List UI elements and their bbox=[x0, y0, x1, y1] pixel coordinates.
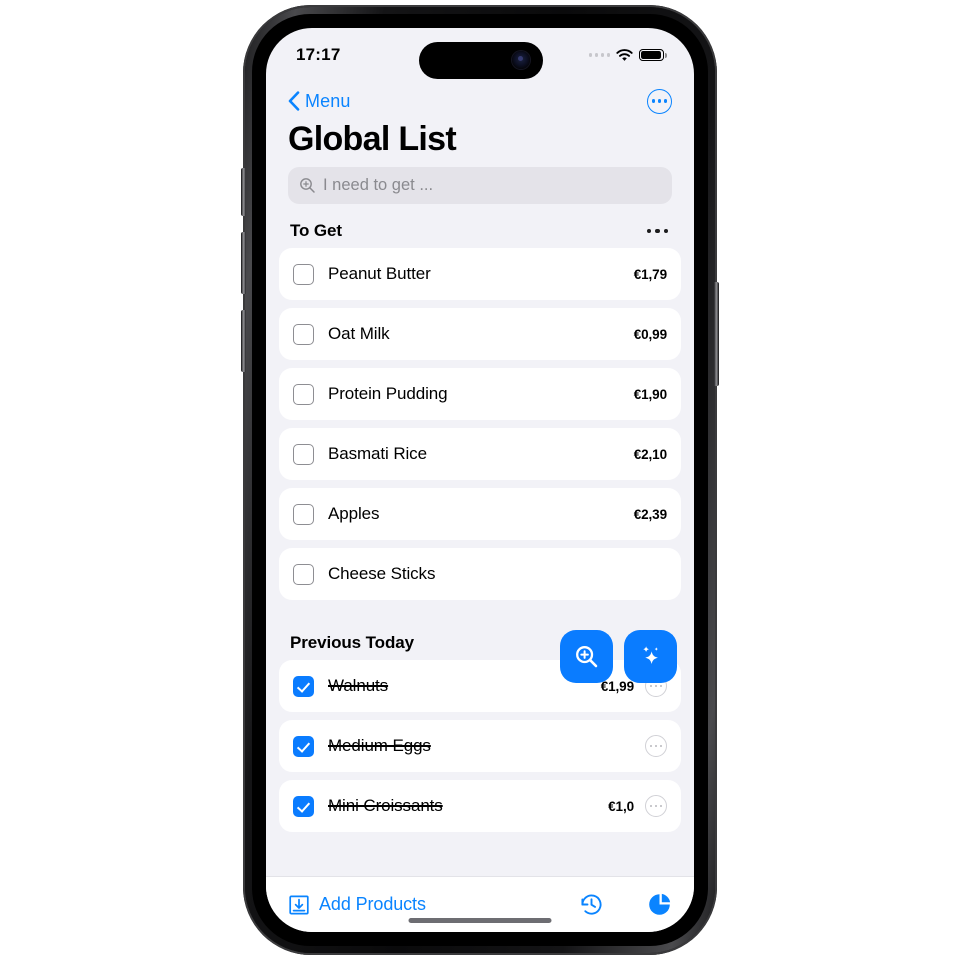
navigation-bar: Menu bbox=[266, 82, 694, 120]
magnifier-plus-icon bbox=[300, 178, 315, 193]
volume-down-button[interactable] bbox=[241, 310, 246, 372]
list-item-more-icon[interactable] bbox=[645, 795, 667, 817]
checkbox-checked[interactable] bbox=[293, 675, 314, 697]
status-bar-indicators bbox=[588, 48, 667, 62]
back-to-menu-button[interactable]: Menu bbox=[288, 91, 350, 112]
power-button[interactable] bbox=[714, 282, 719, 386]
section-title: To Get bbox=[290, 221, 342, 240]
checkbox-unchecked[interactable] bbox=[293, 503, 314, 525]
back-button-label: Menu bbox=[305, 90, 351, 111]
battery-full-icon bbox=[639, 48, 667, 62]
list-item[interactable]: Medium Eggs bbox=[279, 720, 681, 772]
section-header: To Get bbox=[266, 214, 694, 248]
clock-arrow-counterclockwise-icon[interactable] bbox=[579, 892, 604, 917]
list-item-price: €1,90 bbox=[633, 386, 667, 402]
search-input[interactable] bbox=[323, 176, 661, 195]
checkbox-checked[interactable] bbox=[293, 735, 314, 757]
ellipsis-circle-icon[interactable] bbox=[647, 88, 672, 114]
pie-chart-icon[interactable] bbox=[647, 892, 672, 917]
checkbox-unchecked[interactable] bbox=[293, 563, 314, 585]
list-item[interactable]: Mini Croissants €1,0 bbox=[279, 780, 681, 832]
list-item[interactable]: Walnuts €1,99 bbox=[279, 660, 681, 712]
list-item-label: Oat Milk bbox=[328, 324, 390, 343]
page-title: Global List bbox=[288, 120, 457, 158]
list-item-label: Protein Pudding bbox=[328, 384, 448, 403]
sparkles-icon bbox=[642, 645, 658, 664]
list-item-price: €1,79 bbox=[633, 266, 667, 282]
list-content[interactable]: To Get Peanut Butter €1,79 Oat Milk €0,99 Pro… bbox=[266, 214, 694, 876]
section-title: Previous Today bbox=[290, 633, 414, 652]
add-products-button[interactable]: Add Products bbox=[288, 894, 426, 916]
list-item-label: Mini Croissants bbox=[328, 796, 443, 815]
action-button[interactable] bbox=[241, 168, 246, 216]
dynamic-island bbox=[419, 42, 543, 79]
list-item[interactable]: Cheese Sticks bbox=[279, 548, 681, 600]
magnifier-plus-icon bbox=[576, 646, 598, 668]
list-item[interactable]: Basmati Rice €2,10 bbox=[279, 428, 681, 480]
home-indicator[interactable] bbox=[408, 918, 552, 923]
search-bar[interactable] bbox=[288, 167, 672, 204]
checkbox-unchecked[interactable] bbox=[293, 263, 314, 285]
list-item-label: Cheese Sticks bbox=[328, 564, 436, 583]
status-bar: 17:17 bbox=[266, 28, 694, 82]
checkbox-unchecked[interactable] bbox=[293, 443, 314, 465]
cellular-dots-icon bbox=[588, 53, 610, 57]
chevron-left-icon bbox=[288, 91, 300, 111]
list-item[interactable]: Protein Pudding €1,90 bbox=[279, 368, 681, 420]
add-products-label: Add Products bbox=[319, 894, 426, 914]
list-item-label: Basmati Rice bbox=[328, 444, 427, 463]
list-item[interactable]: Peanut Butter €1,79 bbox=[279, 248, 681, 300]
list-item-label: Walnuts bbox=[328, 676, 389, 695]
toolbar-actions bbox=[579, 892, 672, 917]
list-item-price: €2,39 bbox=[633, 506, 667, 522]
list-item-price: €0,99 bbox=[633, 326, 667, 342]
checkbox-checked[interactable] bbox=[293, 795, 314, 817]
list-item-more-icon[interactable] bbox=[645, 735, 667, 757]
list-item-price: €1,0 bbox=[608, 798, 634, 814]
wifi-icon bbox=[616, 48, 633, 61]
ai-assistant-fab[interactable] bbox=[624, 630, 677, 683]
list-item-label: Apples bbox=[328, 504, 380, 523]
list-item-label: Peanut Butter bbox=[328, 264, 431, 283]
volume-up-button[interactable] bbox=[241, 232, 246, 294]
status-bar-time: 17:17 bbox=[296, 45, 341, 64]
scan-product-fab[interactable] bbox=[560, 630, 613, 683]
list-item[interactable]: Apples €2,39 bbox=[279, 488, 681, 540]
list-item-label: Medium Eggs bbox=[328, 736, 431, 755]
tray-arrow-down-icon bbox=[289, 895, 309, 914]
bottom-toolbar: Add Products bbox=[266, 876, 694, 932]
front-camera-icon bbox=[512, 51, 530, 69]
list-item-price: €1,99 bbox=[600, 678, 634, 694]
ellipsis-icon[interactable] bbox=[645, 223, 670, 239]
list-item-price: €2,10 bbox=[633, 446, 667, 462]
checkbox-unchecked[interactable] bbox=[293, 323, 314, 345]
checkbox-unchecked[interactable] bbox=[293, 383, 314, 405]
phone-screen: 17:17 Menu Global List I need to get ...… bbox=[266, 28, 694, 932]
list-item[interactable]: Oat Milk €0,99 bbox=[279, 308, 681, 360]
